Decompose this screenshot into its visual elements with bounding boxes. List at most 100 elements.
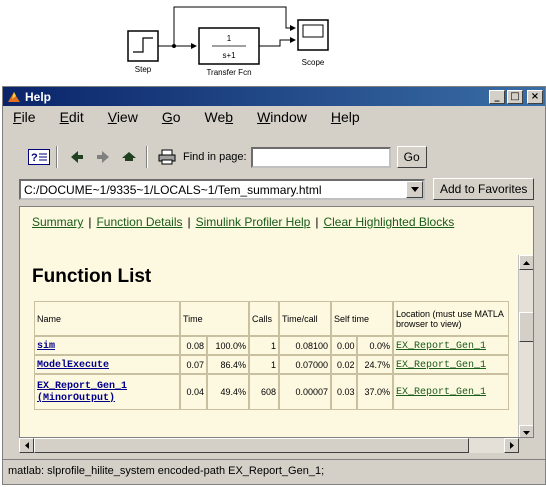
menu-help[interactable]: Help [331, 109, 360, 125]
time-cell: 0.04 [180, 374, 208, 410]
address-value: C:/DOCUME~1/9335~1/LOCALS~1/Tem_summary.… [24, 182, 322, 197]
function-name-cell: ModelExecute [34, 355, 180, 374]
menu-go[interactable]: Go [162, 109, 181, 125]
function-name-cell: EX_Report_Gen_1 (MinorOutput) [34, 374, 180, 410]
scroll-down-icon[interactable] [519, 425, 533, 437]
table-header-row: Name Time Calls Time/call Self time Loca… [34, 301, 509, 336]
calls-cell: 1 [249, 355, 279, 374]
nav-separator: | [315, 215, 319, 229]
toolbar-separator [56, 146, 58, 168]
table-row: sim 0.08 100.0% 1 0.08100 0.00 0.0% EX_Report_G… [34, 336, 509, 355]
menu-edit[interactable]: Edit [60, 109, 84, 125]
help-navigator-icon[interactable]: ? [27, 146, 51, 168]
scope-block-label: Scope [302, 58, 325, 67]
vertical-scrollbar[interactable] [518, 255, 533, 437]
add-to-favorites-button[interactable]: Add to Favorites [433, 178, 535, 200]
close-button[interactable]: × [527, 89, 543, 104]
self-time-cell: 0.00 [331, 336, 358, 355]
step-block-label: Step [135, 65, 152, 74]
self-time-cell: 0.03 [331, 374, 358, 410]
column-header-location: Location (must use MATLA browser to view) [393, 301, 509, 336]
column-header-time-per-call[interactable]: Time/call [279, 301, 331, 336]
column-header-time[interactable]: Time [180, 301, 249, 336]
time-per-call-cell: 0.07000 [279, 355, 331, 374]
transfer-fcn-denominator: s+1 [222, 51, 236, 60]
function-name-link[interactable]: sim [37, 341, 55, 352]
menu-view[interactable]: View [108, 109, 138, 125]
horizontal-scrollbar[interactable] [19, 438, 519, 453]
nav-link[interactable]: Clear Highlighted Blocks [323, 215, 454, 229]
menu-bar: File Edit View Go Web Window Help [3, 106, 545, 127]
time-percent-cell: 100.0% [207, 336, 249, 355]
matlab-help-icon [8, 91, 20, 102]
nav-link[interactable]: Simulink Profiler Help [196, 215, 311, 229]
function-name-link-line2[interactable]: (MinorOutput) [37, 393, 115, 404]
vertical-scroll-thumb[interactable] [519, 312, 533, 342]
help-window: Help _ □ × File Edit View Go Web Window Help ?… [2, 86, 546, 485]
column-header-calls[interactable]: Calls [249, 301, 279, 336]
nav-link[interactable]: Function Details [96, 215, 182, 229]
menu-web[interactable]: Web [205, 109, 234, 125]
scroll-right-icon[interactable] [504, 438, 519, 453]
self-time-percent-cell: 37.0% [357, 374, 393, 410]
simulink-model-diagram: Step 1 s+1 Transfer Fcn Scope [127, 6, 329, 77]
nav-links: Summary | Function Details | Simulink Profil… [32, 215, 454, 229]
location-cell: EX_Report_Gen_1 [393, 355, 509, 374]
transfer-fcn-label: Transfer Fcn [206, 68, 251, 77]
time-percent-cell: 49.4% [207, 374, 249, 410]
calls-cell: 608 [249, 374, 279, 410]
chevron-down-icon[interactable] [406, 180, 423, 198]
table-row: EX_Report_Gen_1 (MinorOutput) 0.04 49.4% 608… [34, 374, 509, 410]
menu-window[interactable]: Window [257, 109, 307, 125]
address-row: C:/DOCUME~1/9335~1/LOCALS~1/Tem_summary.… [3, 176, 545, 202]
function-name-cell: sim [34, 336, 180, 355]
help-content-pane: Summary | Function Details | Simulink Profil… [19, 206, 534, 438]
find-in-page-label: Find in page: [183, 151, 247, 163]
location-link[interactable]: EX_Report_Gen_1 [396, 360, 486, 371]
minimize-button[interactable]: _ [489, 89, 505, 104]
go-button[interactable]: Go [396, 146, 427, 168]
location-link[interactable]: EX_Report_Gen_1 [396, 387, 486, 398]
step-block[interactable] [127, 30, 159, 62]
function-name-link[interactable]: ModelExecute [37, 360, 109, 371]
horizontal-scroll-thumb[interactable] [34, 438, 469, 453]
location-cell: EX_Report_Gen_1 [393, 374, 509, 410]
column-header-self-time[interactable]: Self time [331, 301, 393, 336]
time-cell: 0.07 [180, 355, 208, 374]
nav-link[interactable]: Summary [32, 215, 83, 229]
find-in-page-input[interactable] [250, 146, 391, 168]
function-name-link[interactable]: EX_Report_Gen_1 [37, 381, 127, 392]
self-time-percent-cell: 24.7% [357, 355, 393, 374]
table-row: ModelExecute 0.07 86.4% 1 0.07000 0.02 24.7% EX… [34, 355, 509, 374]
maximize-button[interactable]: □ [507, 89, 523, 104]
window-title: Help [25, 89, 52, 104]
self-time-cell: 0.02 [331, 355, 358, 374]
self-time-percent-cell: 0.0% [357, 336, 393, 355]
time-cell: 0.08 [180, 336, 208, 355]
scope-block[interactable] [297, 19, 329, 51]
time-per-call-cell: 0.08100 [279, 336, 331, 355]
calls-cell: 1 [249, 336, 279, 355]
location-link[interactable]: EX_Report_Gen_1 [396, 341, 486, 352]
toolbar-separator [146, 146, 148, 168]
toolbar: ? Find in page: Go [3, 142, 545, 172]
time-per-call-cell: 0.00007 [279, 374, 331, 410]
transfer-fcn-numerator: 1 [227, 34, 232, 43]
nav-separator: | [187, 215, 191, 229]
scroll-left-icon[interactable] [19, 438, 34, 453]
menu-file[interactable]: File [13, 109, 36, 125]
function-list-table: Name Time Calls Time/call Self time Loca… [34, 301, 509, 410]
nav-separator: | [88, 215, 92, 229]
forward-icon[interactable] [91, 146, 115, 168]
column-header-name[interactable]: Name [34, 301, 180, 336]
status-bar: matlab: slprofile_hilite_system encoded-… [3, 459, 545, 484]
location-cell: EX_Report_Gen_1 [393, 336, 509, 355]
svg-text:?: ? [31, 152, 38, 164]
address-combo[interactable]: C:/DOCUME~1/9335~1/LOCALS~1/Tem_summary.… [19, 178, 425, 200]
title-bar[interactable]: Help _ □ × [3, 87, 545, 106]
back-icon[interactable] [65, 146, 89, 168]
scroll-up-icon[interactable] [519, 255, 533, 270]
page-title: Function List [32, 266, 152, 287]
home-icon[interactable] [117, 146, 141, 168]
print-icon[interactable] [155, 146, 179, 168]
